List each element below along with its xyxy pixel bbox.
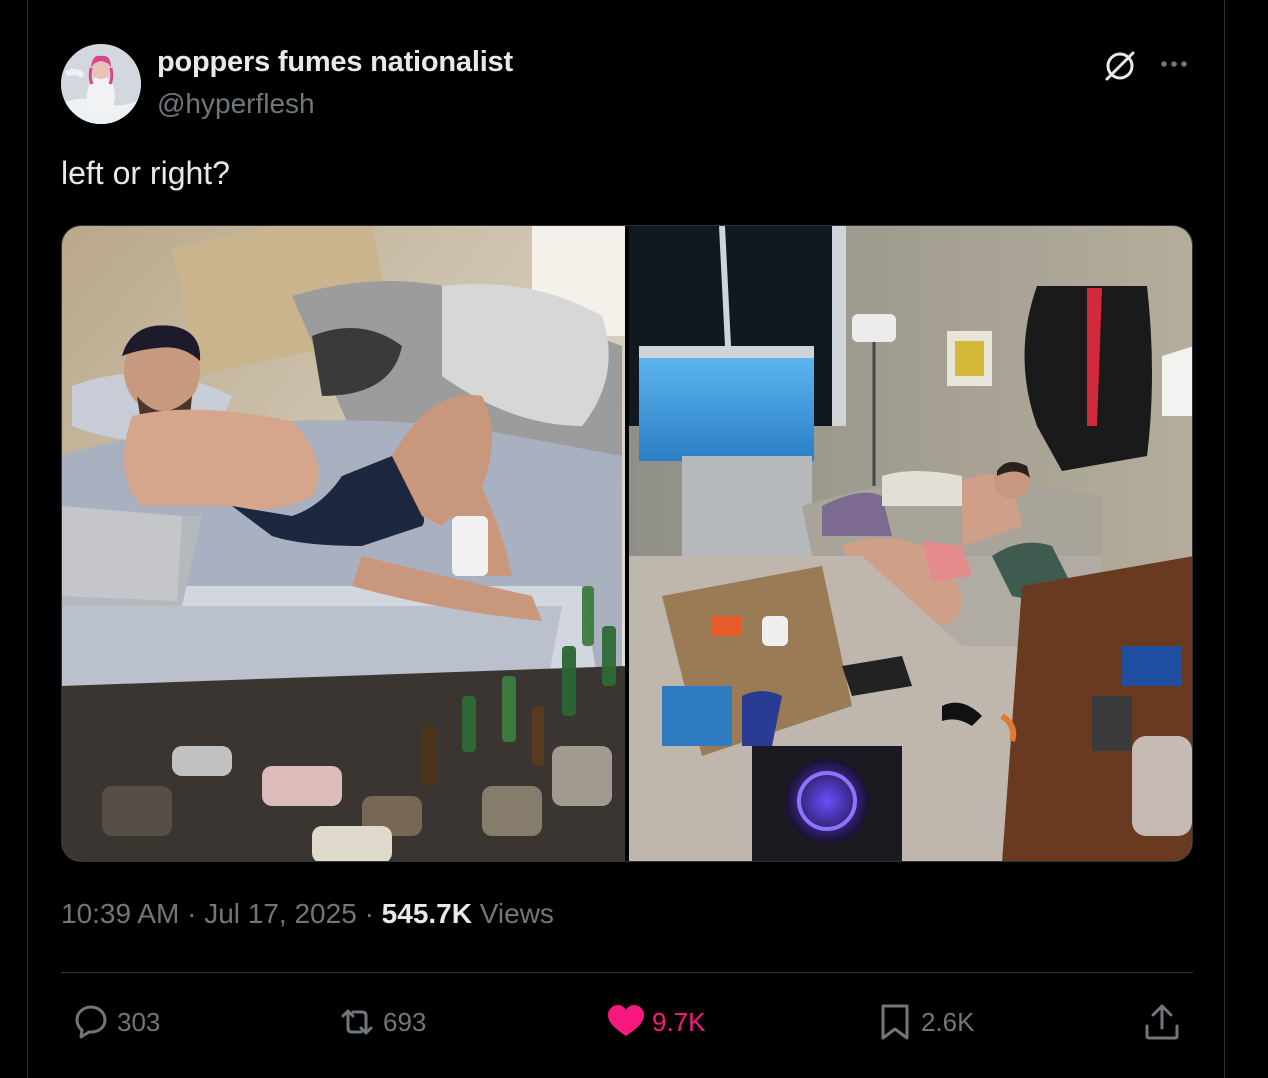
reply-icon	[75, 1005, 107, 1039]
views-count: 545.7K	[381, 898, 472, 929]
bookmark-button[interactable]: 2.6K	[873, 1000, 975, 1044]
avatar-image	[61, 44, 141, 124]
left-photo-panel	[62, 226, 625, 861]
author-handle[interactable]: @hyperflesh	[157, 88, 315, 120]
post-meta: 10:39 AM · Jul 17, 2025 · 545.7K Views	[61, 898, 554, 930]
post-date[interactable]: Jul 17, 2025	[204, 898, 357, 929]
reply-count: 303	[117, 1006, 161, 1037]
views-label: Views	[479, 898, 554, 929]
retweet-icon	[341, 1009, 373, 1035]
right-photo-panel	[629, 226, 1192, 861]
like-button[interactable]: 9.7K	[604, 1000, 706, 1044]
share-button[interactable]	[1140, 1000, 1184, 1044]
repost-count: 693	[383, 1006, 427, 1037]
post-photo	[62, 226, 1192, 861]
actions-divider	[61, 972, 1193, 973]
repost-button[interactable]: 693	[335, 1000, 426, 1044]
author-display-name[interactable]: poppers fumes nationalist	[157, 46, 513, 79]
reply-button[interactable]: 303	[69, 1000, 160, 1044]
avatar[interactable]	[61, 44, 141, 124]
share-icon	[1145, 1004, 1179, 1040]
post-media[interactable]	[61, 225, 1193, 862]
post-time[interactable]: 10:39 AM	[61, 898, 179, 929]
more-icon[interactable]	[1156, 48, 1192, 80]
grok-icon[interactable]	[1100, 45, 1140, 85]
bookmark-count: 2.6K	[921, 1006, 975, 1037]
like-count: 9.7K	[652, 1006, 706, 1037]
heart-filled-icon	[608, 1005, 644, 1036]
meta-separator: ·	[187, 898, 197, 929]
post-text: left or right?	[61, 155, 230, 191]
bookmark-icon	[881, 1004, 909, 1040]
meta-separator: ·	[364, 898, 374, 929]
